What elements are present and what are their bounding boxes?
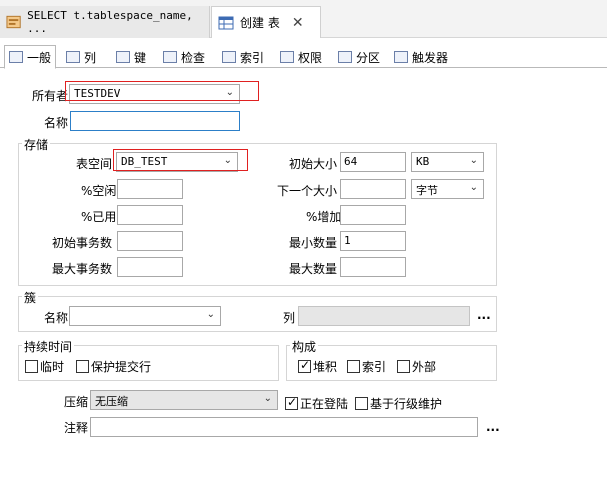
tab-create-table[interactable]: 创建 表 ✕ xyxy=(211,6,321,38)
pct-used-label: %已用 xyxy=(81,210,117,224)
tab-partitions[interactable]: 分区 xyxy=(334,46,384,68)
next-size-unit: 字节 xyxy=(416,184,438,197)
general-icon xyxy=(9,51,23,63)
tab-label: 索引 xyxy=(240,50,265,65)
owner-label: 所有者 xyxy=(32,89,69,103)
cluster-title: 簇 xyxy=(22,289,39,306)
next-size-unit-select[interactable]: 字节 ⌄ xyxy=(411,179,484,199)
table-icon xyxy=(218,16,234,29)
temporary-checkbox[interactable] xyxy=(25,360,38,373)
heap-label: 堆积 xyxy=(313,360,338,374)
temporary-label: 临时 xyxy=(40,360,65,374)
tab-columns[interactable]: 列 xyxy=(62,46,100,68)
min-extents-input[interactable]: 1 xyxy=(340,231,406,251)
max-trans-label: 最大事务数 xyxy=(52,262,113,276)
chevron-down-icon: ⌄ xyxy=(206,309,215,320)
document-tab-bar: SELECT t.tablespace_name, ... 创建 表 ✕ xyxy=(0,0,607,38)
cluster-columns-label: 列 xyxy=(283,311,296,325)
key-icon xyxy=(116,51,130,63)
columns-icon xyxy=(66,51,80,63)
external-checkbox[interactable] xyxy=(397,360,410,373)
max-extents-label: 最大数量 xyxy=(289,262,338,276)
initial-size-input[interactable]: 64 xyxy=(340,152,406,172)
cluster-columns-input xyxy=(298,306,470,326)
pct-used-input[interactable] xyxy=(117,205,183,225)
tab-keys[interactable]: 键 xyxy=(112,46,150,68)
chevron-down-icon: ⌄ xyxy=(263,393,272,404)
comment-input[interactable] xyxy=(90,417,478,437)
initial-size-unit-select[interactable]: KB ⌄ xyxy=(411,152,484,172)
tablespace-label: 表空间 xyxy=(76,157,113,171)
organization-title: 构成 xyxy=(290,338,319,355)
check-icon xyxy=(163,51,177,63)
tab-label: 创建 表 xyxy=(240,16,280,30)
row-movement-checkbox[interactable] xyxy=(355,397,368,410)
external-label: 外部 xyxy=(412,360,437,374)
index-icon xyxy=(222,51,236,63)
tab-label: 分区 xyxy=(356,50,381,65)
initial-size-unit: KB xyxy=(416,155,430,168)
tab-general[interactable]: 一般 xyxy=(4,45,57,69)
chevron-down-icon: ⌄ xyxy=(469,182,478,193)
tab-triggers[interactable]: 触发器 xyxy=(390,46,452,68)
logging-label: 正在登陆 xyxy=(300,397,349,411)
tab-label: 触发器 xyxy=(412,50,449,65)
comment-label: 注释 xyxy=(64,421,89,435)
compression-select[interactable]: 无压缩 ⌄ xyxy=(90,390,278,410)
pct-increase-input[interactable] xyxy=(340,205,406,225)
cluster-columns-browse-button[interactable]: ... xyxy=(477,308,491,322)
highlight-box xyxy=(113,149,248,171)
tab-checks[interactable]: 检查 xyxy=(159,46,209,68)
close-icon[interactable]: ✕ xyxy=(292,15,304,31)
storage-title: 存储 xyxy=(22,136,51,153)
initial-size-label: 初始大小 xyxy=(289,157,338,171)
partition-icon xyxy=(338,51,352,63)
row-movement-label: 基于行级维护 xyxy=(370,397,443,411)
tab-label: SELECT t.tablespace_name, ... xyxy=(27,9,193,35)
logging-checkbox[interactable] xyxy=(285,395,298,410)
next-size-label: 下一个大小 xyxy=(277,184,338,198)
query-icon xyxy=(6,15,21,29)
index-label: 索引 xyxy=(362,360,387,374)
compression-label: 压缩 xyxy=(64,395,89,409)
name-input[interactable] xyxy=(70,111,240,131)
tab-label: 检查 xyxy=(181,50,206,65)
tab-indexes[interactable]: 索引 xyxy=(218,46,268,68)
initial-trans-input[interactable] xyxy=(117,231,183,251)
users-icon xyxy=(280,51,294,63)
tab-label: 一般 xyxy=(27,50,52,65)
heap-checkbox[interactable] xyxy=(298,358,311,373)
pct-free-input[interactable] xyxy=(117,179,183,199)
compression-value: 无压缩 xyxy=(95,395,128,408)
tab-label: 权限 xyxy=(298,50,323,65)
pct-free-label: %空闲 xyxy=(81,184,117,198)
highlight-box xyxy=(65,81,259,101)
trigger-icon xyxy=(394,51,408,63)
preserve-commit-checkbox[interactable] xyxy=(76,360,89,373)
max-extents-input[interactable] xyxy=(340,257,406,277)
initial-trans-label: 初始事务数 xyxy=(52,236,113,250)
tab-privileges[interactable]: 权限 xyxy=(276,46,326,68)
preserve-commit-label: 保护提交行 xyxy=(91,360,152,374)
duration-title: 持续时间 xyxy=(22,338,75,355)
cluster-name-select[interactable]: ⌄ xyxy=(69,306,221,326)
pct-increase-label: %增加 xyxy=(306,210,342,224)
index-checkbox[interactable] xyxy=(347,360,360,373)
next-size-input[interactable] xyxy=(340,179,406,199)
tab-select-query[interactable]: SELECT t.tablespace_name, ... xyxy=(0,6,210,38)
chevron-down-icon: ⌄ xyxy=(469,155,478,166)
name-label: 名称 xyxy=(44,116,69,130)
editor-tab-bar: 一般 列 键 检查 索引 权限 分区 触发器 xyxy=(0,44,607,69)
comment-browse-button[interactable]: ... xyxy=(486,420,500,434)
tab-label: 键 xyxy=(134,50,147,65)
cluster-name-label: 名称 xyxy=(44,311,69,325)
tab-label: 列 xyxy=(84,50,97,65)
max-trans-input[interactable] xyxy=(117,257,183,277)
min-extents-label: 最小数量 xyxy=(289,236,338,250)
